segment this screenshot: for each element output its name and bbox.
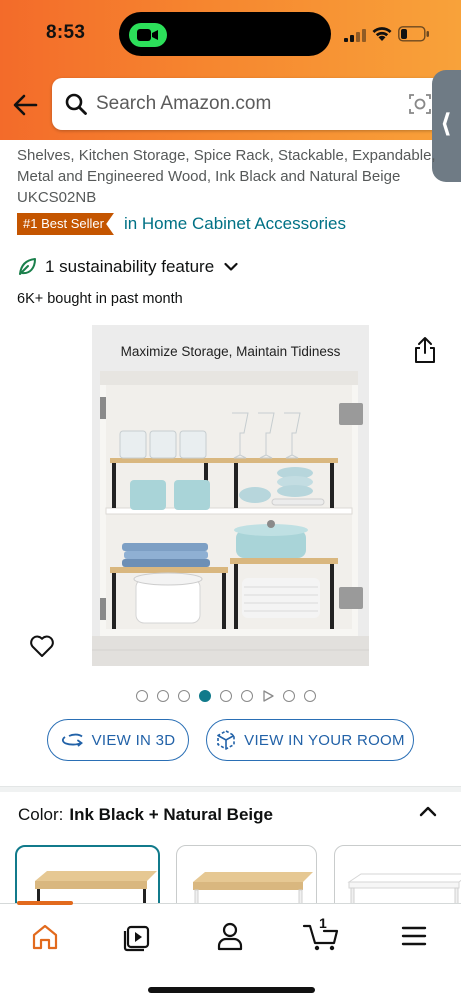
title-line: Metal and Engineered Wood, Ink Black and… — [17, 168, 401, 185]
carousel-dot-active[interactable] — [199, 690, 211, 702]
wifi-icon — [372, 27, 392, 41]
view-in-3d-button[interactable]: VIEW IN 3D — [47, 719, 189, 761]
active-tab-indicator — [17, 901, 73, 905]
carousel-dot[interactable] — [283, 690, 295, 702]
top-header: 8:53 Search Amazon.com — [0, 0, 461, 140]
carousel-dot[interactable] — [157, 690, 169, 702]
home-icon[interactable] — [23, 918, 67, 954]
cube-icon — [217, 730, 235, 750]
back-arrow-icon[interactable] — [10, 90, 40, 120]
status-bar: 8:53 — [0, 0, 461, 66]
sustainability-label: 1 sustainability feature — [45, 257, 215, 276]
chevron-left-icon: ⟨ — [440, 108, 452, 138]
title-line: Shelves, Kitchen Storage, Spice Rack, St… — [17, 147, 436, 164]
share-icon[interactable] — [412, 336, 438, 364]
color-value: Ink Black + Natural Beige — [69, 805, 273, 824]
video-play-icon[interactable] — [262, 690, 274, 702]
product-image[interactable]: Maximize Storage, Maintain Tidiness — [92, 325, 369, 666]
carousel-dot[interactable] — [304, 690, 316, 702]
leaf-icon — [19, 258, 36, 275]
bottom-nav: 1 — [0, 901, 461, 1000]
cabinet-illustration — [92, 325, 369, 666]
view-in-room-label: VIEW IN YOUR ROOM — [244, 731, 405, 749]
heart-icon[interactable] — [29, 634, 55, 658]
status-time: 8:53 — [46, 22, 86, 43]
chevron-down-icon — [224, 262, 238, 271]
section-divider — [0, 786, 461, 792]
category-link[interactable]: in Home Cabinet Accessories — [124, 214, 346, 234]
camera-icon[interactable] — [408, 92, 432, 116]
carousel-dot[interactable] — [220, 690, 232, 702]
inspire-icon[interactable] — [115, 918, 159, 954]
signal-icon — [344, 29, 366, 42]
view-in-3d-label: VIEW IN 3D — [91, 731, 176, 749]
product-title: Shelves, Kitchen Storage, Spice Rack, St… — [17, 132, 437, 208]
best-seller-row: #1 Best Seller in Home Cabinet Accessori… — [17, 213, 346, 235]
search-placeholder: Search Amazon.com — [96, 93, 272, 114]
dynamic-island — [119, 12, 331, 56]
search-input[interactable]: Search Amazon.com — [52, 78, 444, 130]
menu-icon[interactable] — [392, 918, 436, 954]
home-indicator — [148, 987, 315, 993]
title-line: UKCS02NB — [17, 189, 97, 206]
color-label: Color: — [18, 805, 64, 824]
facetime-icon[interactable] — [129, 23, 167, 47]
carousel-dots — [136, 690, 316, 702]
view-in-room-button[interactable]: VIEW IN YOUR ROOM — [206, 719, 414, 761]
search-icon — [65, 93, 87, 115]
best-seller-badge: #1 Best Seller — [17, 213, 114, 235]
account-icon[interactable] — [208, 918, 252, 954]
cart-count: 1 — [319, 915, 327, 931]
chevron-up-icon[interactable] — [418, 802, 438, 822]
bought-count: 6K+ bought in past month — [17, 291, 183, 307]
carousel-dot[interactable] — [136, 690, 148, 702]
battery-icon — [398, 26, 429, 42]
sustainability-toggle[interactable]: 1 sustainability feature — [17, 257, 238, 277]
rotate-3d-icon — [61, 733, 83, 747]
color-selector-header: Color: Ink Black + Natural Beige — [18, 805, 273, 825]
carousel-dot[interactable] — [178, 690, 190, 702]
cart-button[interactable]: 1 — [300, 915, 344, 954]
carousel-dot[interactable] — [241, 690, 253, 702]
image-caption: Maximize Storage, Maintain Tidiness — [120, 344, 341, 359]
